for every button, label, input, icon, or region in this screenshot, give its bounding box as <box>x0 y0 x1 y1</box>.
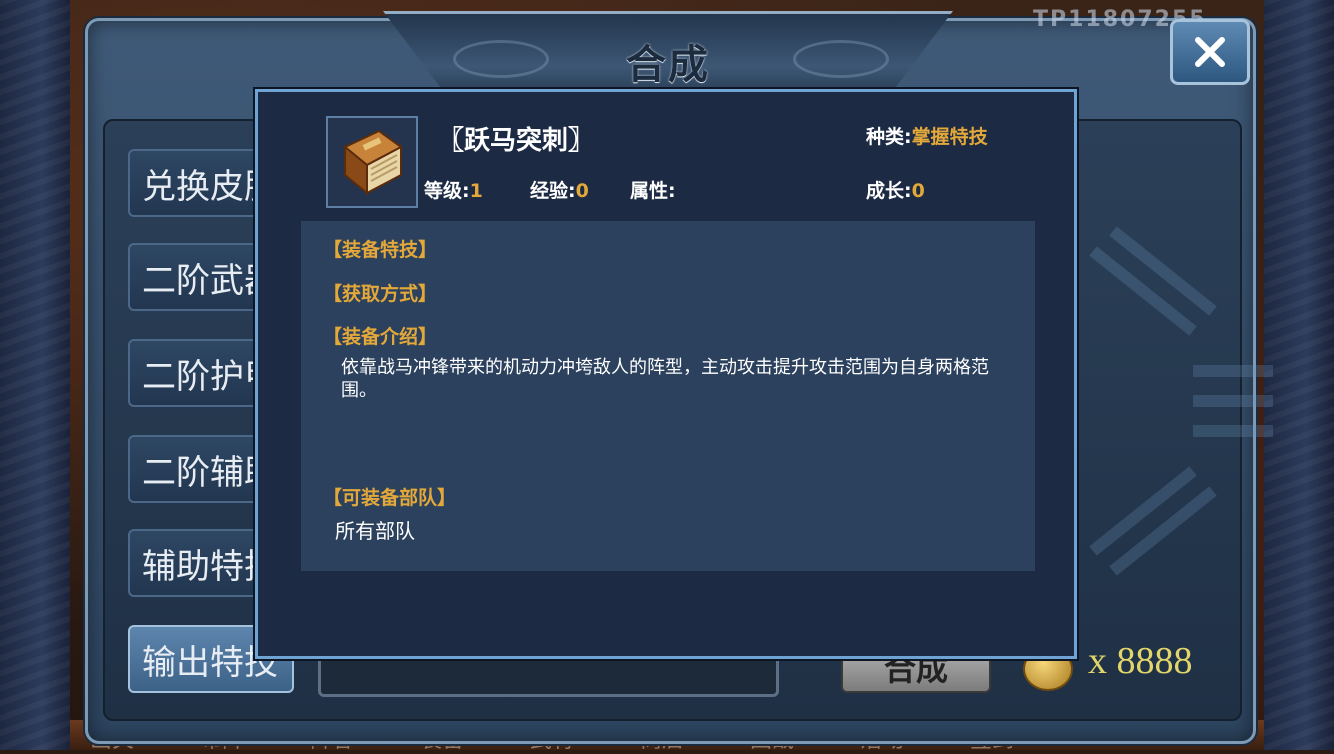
item-detail-popup[interactable]: 〖跃马突刺〗 种类:掌握特技 等级:1 经验:0 属性: 成长:0 【装备特技】… <box>255 89 1077 659</box>
close-x-icon <box>1195 37 1225 67</box>
item-growth: 成长:0 <box>866 176 925 203</box>
growth-value: 0 <box>911 180 925 202</box>
item-icon-frame <box>326 116 418 208</box>
section-equippable-troops: 【可装备部队】 <box>323 487 457 509</box>
item-info-panel: 【装备特技】 【获取方式】 【装备介绍】 依靠战马冲锋带来的机动力冲垮敌人的阵型… <box>301 221 1035 571</box>
book-icon <box>343 129 403 196</box>
section-equip-skill: 【装备特技】 <box>323 239 438 261</box>
window-title: 合成 <box>626 41 710 88</box>
item-attribute: 属性: <box>630 176 676 203</box>
item-kind: 种类:掌握特技 <box>866 122 988 149</box>
attr-label: 属性: <box>630 180 676 202</box>
growth-label: 成长: <box>866 180 912 202</box>
exp-value: 0 <box>575 180 589 202</box>
bagua-decoration-icon <box>1089 226 1273 576</box>
intro-description: 依靠战马冲锋带来的机动力冲垮敌人的阵型，主动攻击提升攻击范围为自身两格范围。 <box>341 357 989 401</box>
level-value: 1 <box>469 180 483 202</box>
left-border-decoration <box>0 0 70 750</box>
level-label: 等级: <box>424 180 470 202</box>
section-obtain-method: 【获取方式】 <box>323 283 438 305</box>
item-level: 等级:1 <box>424 176 483 203</box>
exp-label: 经验: <box>530 180 576 202</box>
troops-value: 所有部队 <box>335 519 415 543</box>
close-button[interactable] <box>1170 19 1250 85</box>
kind-label: 种类: <box>866 126 912 148</box>
item-exp: 经验:0 <box>530 176 589 203</box>
section-equip-intro: 【装备介绍】 <box>323 326 438 348</box>
coin-count: x 8888 <box>1088 640 1193 682</box>
item-name: 〖跃马突刺〗 <box>438 126 595 156</box>
kind-value: 掌握特技 <box>911 126 988 148</box>
